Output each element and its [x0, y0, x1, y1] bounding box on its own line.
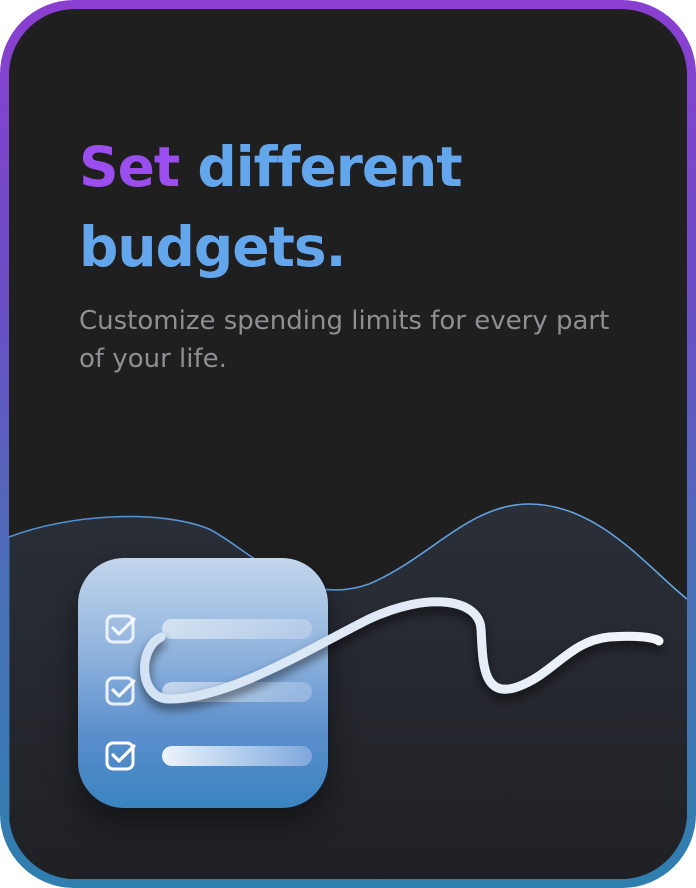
budget-checklist-icon	[78, 558, 328, 808]
checkbox-checked-icon	[105, 614, 136, 644]
card-frame: Set different budgets. Customize spendin…	[0, 0, 696, 888]
page-subtitle: Customize spending limits for every part…	[79, 306, 610, 374]
checkbox-checked-icon	[105, 741, 136, 771]
page-title: Set different budgets.	[79, 127, 639, 287]
checklist-bar	[162, 619, 312, 639]
checkbox-checked-icon	[105, 676, 136, 706]
checklist-bar	[162, 682, 312, 702]
onboarding-card: Set different budgets. Customize spendin…	[9, 9, 687, 879]
title-accent: Set	[79, 135, 180, 199]
checklist-bar	[162, 746, 312, 766]
